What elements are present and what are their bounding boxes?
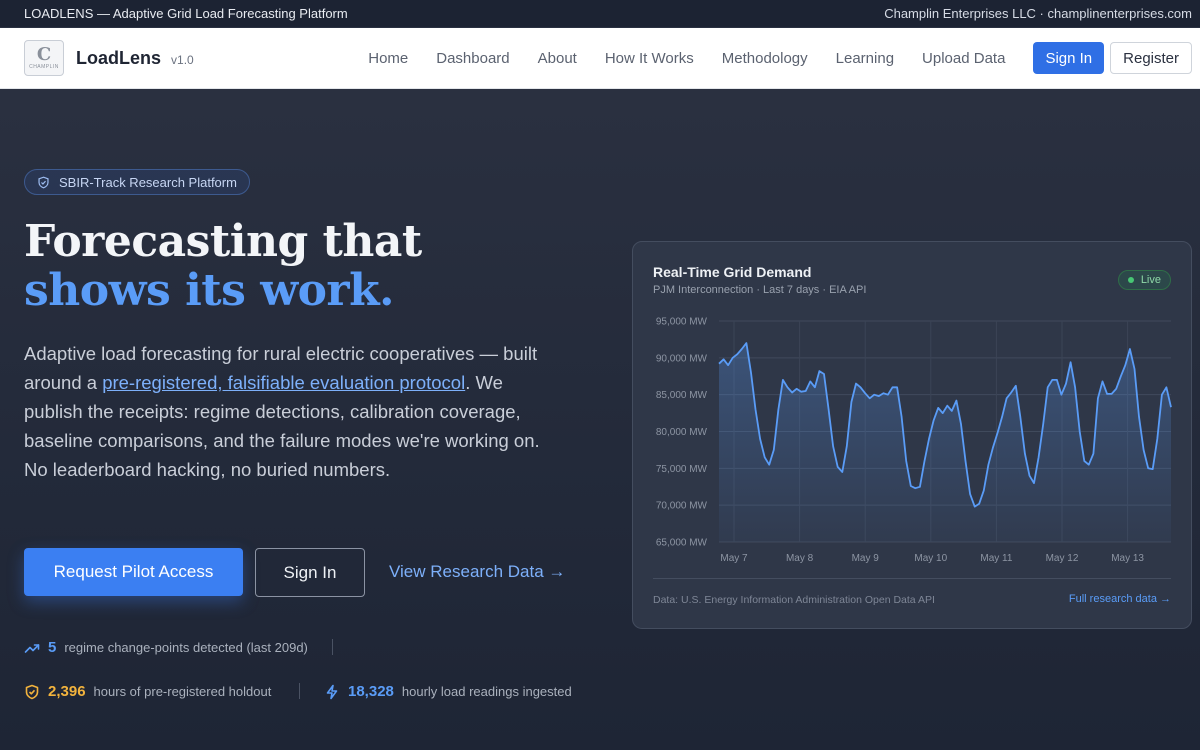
stat-label: hourly load readings ingested	[401, 684, 572, 699]
stat-divider	[299, 683, 300, 699]
live-dot-icon	[1127, 277, 1134, 283]
x-tick-label: May 10	[914, 553, 947, 564]
x-tick-label: May 9	[852, 553, 880, 564]
nav-link-methodology[interactable]: Methodology	[722, 50, 808, 67]
y-tick-label: 90,000 MW	[656, 353, 708, 364]
data-source-note: Data: U.S. Energy Information Administra…	[653, 594, 935, 606]
x-tick-label: May 7	[720, 553, 748, 564]
nav-link-learning[interactable]: Learning	[836, 50, 894, 67]
shield-check-icon	[25, 684, 39, 699]
stat-value: 5	[48, 639, 57, 656]
nav-sign-in-button[interactable]: Sign In	[1033, 42, 1105, 74]
view-research-data-link[interactable]: View Research Data →	[389, 548, 565, 596]
nav-link-dashboard[interactable]: Dashboard	[436, 50, 509, 67]
hero-sign-in-button[interactable]: Sign In	[255, 548, 365, 597]
y-tick-label: 95,000 MW	[656, 317, 708, 328]
company-link[interactable]: Champlin Enterprises LLC · champlinenter…	[884, 6, 1192, 21]
hero-section: SBIR-Track Research Platform Forecasting…	[0, 89, 1200, 750]
brand-name[interactable]: LoadLens	[76, 48, 161, 69]
bolt-icon	[326, 684, 338, 699]
stat-divider	[332, 639, 333, 655]
stat-value: 2,396	[48, 683, 86, 700]
card-subtitle: PJM Interconnection · Last 7 days · EIA …	[653, 284, 867, 296]
y-tick-label: 85,000 MW	[656, 390, 708, 401]
x-tick-label: May 13	[1111, 553, 1144, 564]
version-label: v1.0	[171, 53, 194, 67]
card-title: Real-Time Grid Demand	[653, 264, 812, 280]
x-tick-label: May 12	[1046, 553, 1079, 564]
y-tick-label: 75,000 MW	[656, 464, 708, 475]
request-pilot-access-button[interactable]: Request Pilot Access	[24, 548, 243, 596]
nav-register-button[interactable]: Register	[1110, 42, 1192, 74]
protocol-link[interactable]: pre-registered, falsifiable evaluation p…	[102, 372, 465, 393]
nav-link-how-it-works[interactable]: How It Works	[605, 50, 694, 67]
company-logo[interactable]: C CHAMPLIN	[24, 40, 64, 76]
hero-description: Adaptive load forecasting for rural elec…	[24, 339, 544, 484]
top-banner: LOADLENS — Adaptive Grid Load Forecastin…	[0, 0, 1200, 28]
grid-demand-card: Real-Time Grid Demand PJM Interconnectio…	[632, 241, 1192, 629]
headline-line-2: shows its work.	[24, 265, 394, 316]
hero-headline: Forecasting that shows its work.	[24, 217, 422, 315]
stat-label: hours of pre-registered holdout	[93, 684, 272, 699]
x-tick-label: May 11	[980, 553, 1012, 564]
y-tick-label: 65,000 MW	[656, 538, 708, 549]
stat-value: 18,328	[348, 683, 394, 700]
stat-change-points: 5 regime change-points detected (last 20…	[24, 639, 308, 656]
badge-label: SBIR-Track Research Platform	[59, 174, 237, 190]
main-navbar: C CHAMPLIN LoadLens v1.0 Home Dashboard …	[0, 28, 1200, 89]
nav-links: Home Dashboard About How It Works Method…	[368, 42, 1192, 74]
stat-holdout-hours: 2,396 hours of pre-registered holdout	[24, 683, 271, 700]
demand-area	[719, 343, 1171, 542]
stat-label: regime change-points detected (last 209d…	[64, 640, 308, 655]
live-badge: Live	[1117, 270, 1171, 290]
shield-icon	[38, 176, 49, 188]
demand-chart: 95,000 MW 90,000 MW 85,000 MW 80,000 MW 75,0…	[656, 317, 1172, 564]
headline-line-1: Forecasting that	[24, 216, 422, 267]
y-tick-label: 70,000 MW	[656, 501, 708, 512]
nav-link-about[interactable]: About	[538, 50, 577, 67]
x-tick-label: May 8	[786, 553, 814, 564]
trend-up-icon	[24, 643, 40, 653]
live-label: Live	[1140, 274, 1161, 286]
stat-readings-ingested: 18,328 hourly load readings ingested	[324, 683, 572, 700]
y-tick-label: 80,000 MW	[656, 427, 708, 438]
logo-glyph: C	[36, 44, 52, 65]
platform-badge: SBIR-Track Research Platform	[24, 169, 250, 195]
card-divider	[653, 578, 1171, 579]
banner-title: LOADLENS — Adaptive Grid Load Forecastin…	[24, 6, 348, 21]
nav-link-upload-data[interactable]: Upload Data	[922, 50, 1005, 67]
full-research-data-link[interactable]: Full research data →	[1069, 593, 1171, 605]
nav-link-home[interactable]: Home	[368, 50, 408, 67]
logo-wordmark: CHAMPLIN	[29, 64, 59, 70]
